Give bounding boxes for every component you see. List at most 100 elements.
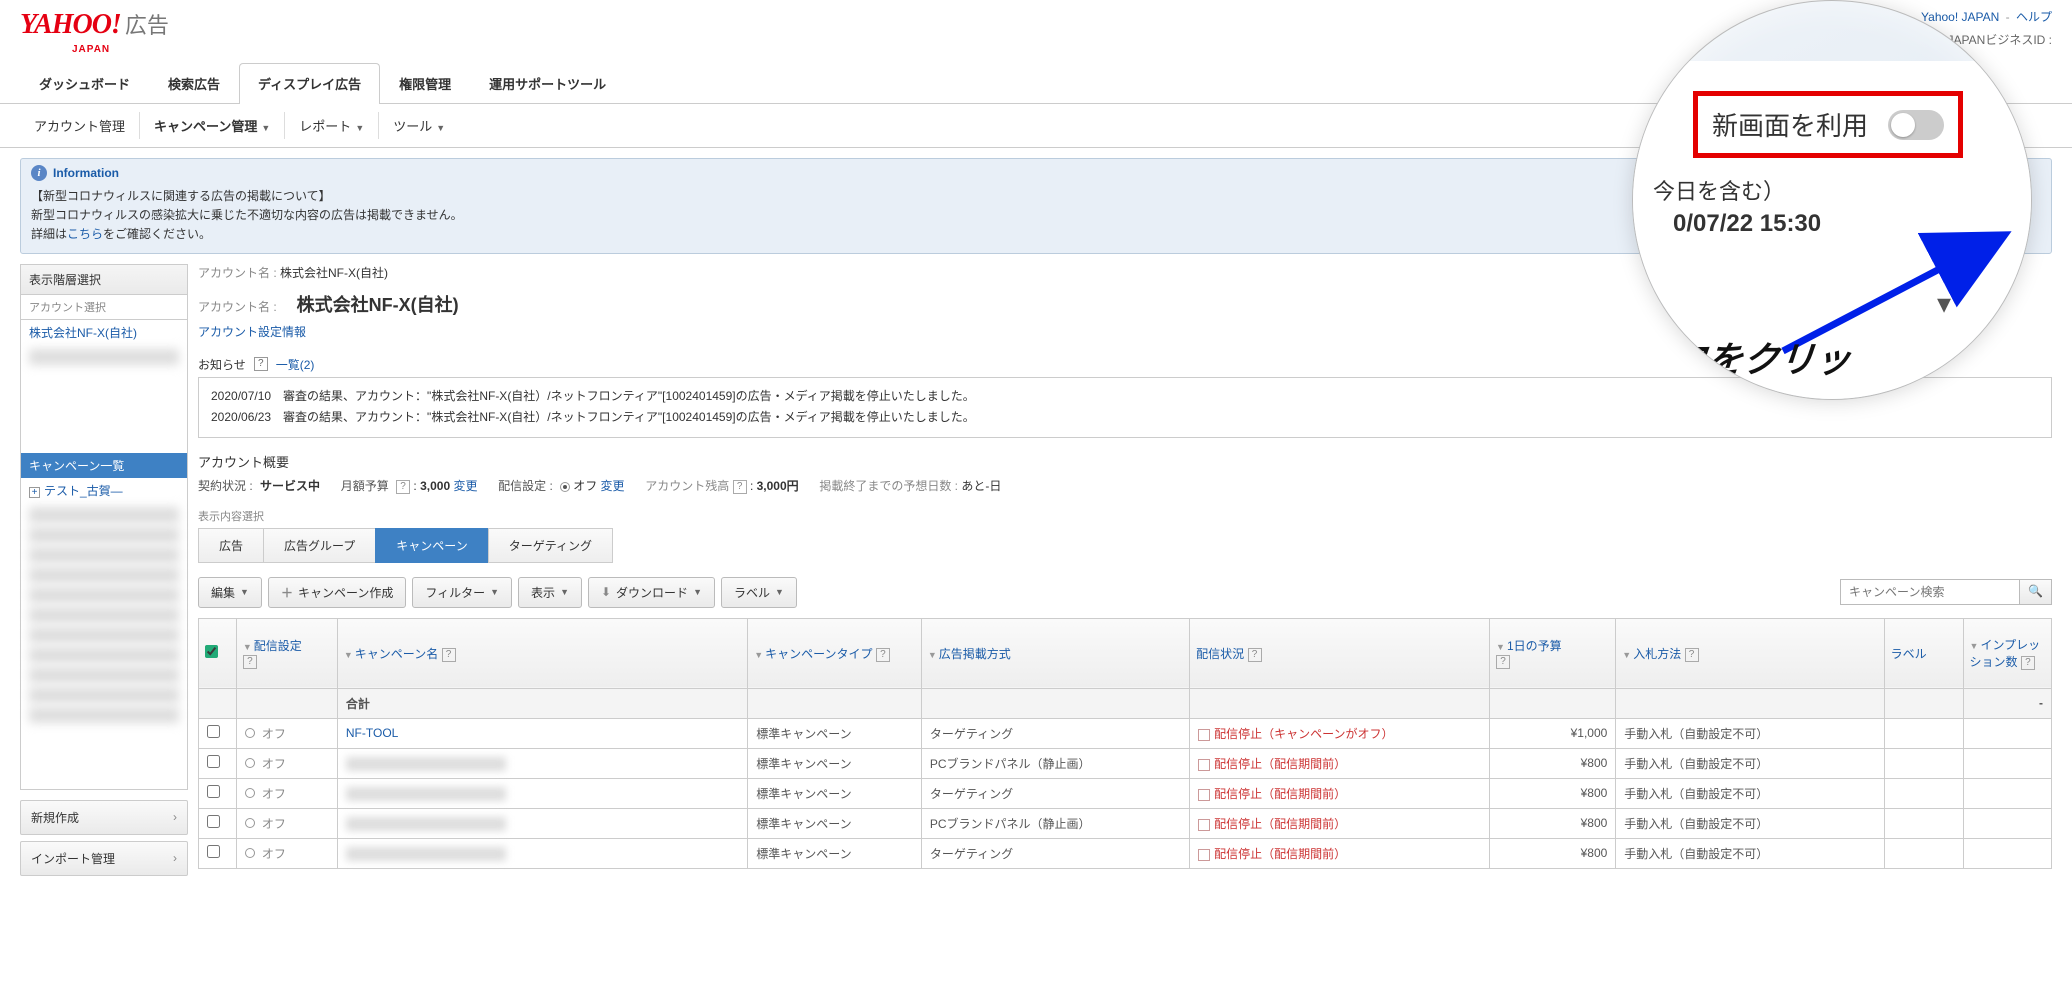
- row-name[interactable]: [337, 838, 747, 868]
- display-button[interactable]: 表示▼: [518, 577, 582, 608]
- tab-search-ads[interactable]: 検索広告: [149, 63, 239, 103]
- edit-button[interactable]: 編集▼: [198, 577, 262, 608]
- chevron-down-icon: ▼: [490, 587, 499, 597]
- help-icon: ?: [1496, 655, 1510, 669]
- table-row: オフ標準キャンペーンターゲティング配信停止（配信期間前）¥800手動入札（自動設…: [199, 778, 2052, 808]
- dtab-campaign[interactable]: キャンペーン: [375, 528, 488, 563]
- table-total-row: 合計-: [199, 688, 2052, 718]
- col-checkbox[interactable]: [199, 618, 237, 688]
- row-delivery[interactable]: オフ: [245, 845, 286, 862]
- col-status[interactable]: 配信状況 ?: [1190, 618, 1490, 688]
- change-budget-link[interactable]: 変更: [453, 479, 477, 493]
- row-status: 配信停止（配信期間前）: [1190, 808, 1490, 838]
- row-bid: 手動入札（自動設定不可）: [1616, 808, 1884, 838]
- subtab-account[interactable]: アカウント管理: [20, 112, 140, 139]
- dtab-adgroup[interactable]: 広告グループ: [263, 528, 376, 563]
- sidebar-import-button[interactable]: インポート管理›: [20, 841, 188, 876]
- help-icon: ?: [243, 655, 257, 669]
- notice-list-link[interactable]: 一覧(2): [276, 356, 315, 373]
- col-daily[interactable]: ▼1日の予算?: [1490, 618, 1616, 688]
- row-delivery[interactable]: オフ: [245, 815, 286, 832]
- row-daily: ¥800: [1490, 748, 1616, 778]
- row-bid: 手動入札（自動設定不可）: [1616, 778, 1884, 808]
- row-daily: ¥1,000: [1490, 718, 1616, 748]
- row-method: ターゲティング: [921, 778, 1189, 808]
- chevron-down-icon: ▼: [775, 587, 784, 597]
- dtab-ad[interactable]: 広告: [198, 528, 264, 563]
- row-checkbox[interactable]: [207, 785, 220, 798]
- logo-product: 広告: [125, 8, 169, 40]
- download-button[interactable]: ⬇ダウンロード▼: [588, 577, 715, 608]
- magnifier-callout-text: ココをクリック: [1632, 331, 1866, 400]
- campaign-search-input[interactable]: [1840, 579, 2020, 605]
- magnifier-callout: 新画面を利用 今日を含む） 0/07/22 15:30 ▾ ココをクリック: [1632, 0, 2032, 400]
- table-toolbar: 編集▼ ＋キャンペーン作成 フィルター▼ 表示▼ ⬇ダウンロード▼ ラベル▼ 🔍: [198, 577, 2052, 608]
- row-delivery[interactable]: オフ: [245, 785, 286, 802]
- sidebar-new-button[interactable]: 新規作成›: [20, 800, 188, 835]
- tab-permissions[interactable]: 権限管理: [380, 63, 470, 103]
- row-name[interactable]: [337, 808, 747, 838]
- subtab-tool[interactable]: ツール▼: [379, 112, 459, 139]
- chevron-down-icon: ▼: [240, 587, 249, 597]
- notice-label: お知らせ: [198, 356, 246, 373]
- account-name: 株式会社NF-X(自社): [297, 291, 459, 317]
- row-type: 標準キャンペーン: [748, 718, 922, 748]
- account-overview-row: 契約状況 : サービス中 月額予算 ? : 3,000 変更 配信設定 : オフ…: [198, 477, 2052, 494]
- row-name[interactable]: [337, 748, 747, 778]
- row-checkbox[interactable]: [207, 815, 220, 828]
- link-yahoo-japan[interactable]: Yahoo! JAPAN: [1921, 10, 1999, 24]
- col-method[interactable]: ▼広告掲載方式: [921, 618, 1189, 688]
- help-icon[interactable]: ?: [396, 480, 410, 494]
- row-status: 配信停止（配信期間前）: [1190, 778, 1490, 808]
- help-icon[interactable]: ?: [254, 357, 268, 371]
- col-type[interactable]: ▼キャンペーンタイプ ?: [748, 618, 922, 688]
- row-method: PCブランドパネル（静止画）: [921, 748, 1189, 778]
- create-campaign-button[interactable]: ＋キャンペーン作成: [268, 577, 406, 608]
- row-name[interactable]: NF-TOOL: [337, 718, 747, 748]
- sidebar-account-select[interactable]: 株式会社NF-X(自社): [21, 319, 187, 449]
- col-bid[interactable]: ▼入札方法 ?: [1616, 618, 1884, 688]
- info-icon: i: [31, 165, 47, 181]
- account-settings-link[interactable]: アカウント設定情報: [198, 323, 306, 340]
- col-name[interactable]: ▼キャンペーン名 ?: [337, 618, 747, 688]
- tab-support-tools[interactable]: 運用サポートツール: [470, 63, 625, 103]
- chevron-down-icon: ▼: [436, 123, 445, 133]
- logo-japan-text: JAPAN: [72, 44, 110, 55]
- help-icon[interactable]: ?: [733, 480, 747, 494]
- sidebar-tree-campaign-list[interactable]: キャンペーン一覧: [21, 453, 187, 478]
- new-ui-toggle[interactable]: [1888, 110, 1944, 140]
- col-label[interactable]: ラベル: [1884, 618, 1963, 688]
- subtab-report[interactable]: レポート▼: [285, 112, 379, 139]
- row-checkbox[interactable]: [207, 725, 220, 738]
- row-type: 標準キャンペーン: [748, 778, 922, 808]
- sidebar-account-option[interactable]: 株式会社NF-X(自社): [21, 320, 187, 345]
- help-icon: ?: [1685, 648, 1699, 662]
- link-help[interactable]: ヘルプ: [2016, 10, 2052, 24]
- table-row: オフNF-TOOL標準キャンペーンターゲティング配信停止（キャンペーンがオフ）¥…: [199, 718, 2052, 748]
- row-name[interactable]: [337, 778, 747, 808]
- subtab-campaign[interactable]: キャンペーン管理▼: [140, 112, 285, 139]
- change-delivery-link[interactable]: 変更: [601, 479, 625, 493]
- tab-display-ads[interactable]: ディスプレイ広告: [239, 63, 380, 104]
- filter-button[interactable]: フィルター▼: [412, 577, 512, 608]
- row-delivery[interactable]: オフ: [245, 755, 286, 772]
- row-checkbox[interactable]: [207, 845, 220, 858]
- row-checkbox[interactable]: [207, 755, 220, 768]
- row-delivery[interactable]: オフ: [245, 725, 286, 742]
- col-impressions[interactable]: ▼インプレッション数 ?: [1963, 618, 2051, 688]
- sidebar-tree-item-test[interactable]: +テスト_古賀―: [21, 478, 187, 503]
- expand-icon[interactable]: +: [29, 487, 40, 498]
- label-button[interactable]: ラベル▼: [721, 577, 797, 608]
- info-details-link[interactable]: こちら: [67, 227, 103, 241]
- row-type: 標準キャンペーン: [748, 748, 922, 778]
- help-icon: ?: [442, 648, 456, 662]
- sidebar-account-label: アカウント選択: [21, 295, 187, 315]
- row-status: 配信停止（配信期間前）: [1190, 748, 1490, 778]
- new-ui-toggle-box: 新画面を利用: [1693, 91, 1963, 158]
- search-button[interactable]: 🔍: [2020, 579, 2052, 605]
- account-overview-title: アカウント概要: [198, 452, 2052, 471]
- row-daily: ¥800: [1490, 838, 1616, 868]
- col-delivery[interactable]: ▼配信設定?: [236, 618, 337, 688]
- dtab-targeting[interactable]: ターゲティング: [488, 528, 613, 563]
- tab-dashboard[interactable]: ダッシュボード: [20, 63, 149, 103]
